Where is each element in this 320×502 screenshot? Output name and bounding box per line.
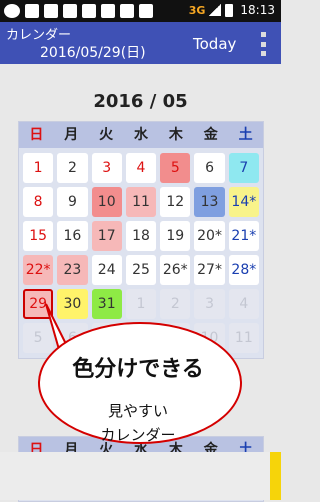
day-cell[interactable]: 14* xyxy=(228,187,259,217)
day-cell[interactable]: 18 xyxy=(125,221,157,251)
day-cell[interactable]: 11 xyxy=(125,187,157,217)
download-icon xyxy=(139,4,153,18)
day-cell[interactable]: 16 xyxy=(57,221,88,251)
notification-icons xyxy=(4,4,153,18)
day-cell[interactable]: 15 xyxy=(23,221,54,251)
weekday-tue: 火 xyxy=(99,127,114,143)
weekday-thu: 木 xyxy=(168,127,183,143)
weekday-sun: 日 xyxy=(29,127,44,143)
signal-icon xyxy=(209,4,222,16)
tumblr-icon xyxy=(82,4,96,18)
day-cell[interactable]: 8 xyxy=(23,187,54,217)
day-cell[interactable]: 1 xyxy=(23,153,54,183)
month-title: 2016 / 05 xyxy=(93,91,188,112)
day-cell-next-month[interactable]: 2 xyxy=(160,289,191,319)
day-cell-next-month[interactable]: 11 xyxy=(228,323,259,353)
day-cell[interactable]: 12 xyxy=(160,187,191,217)
weekday-fri: 金 xyxy=(203,127,218,143)
app-bar: カレンダー 2016/05/29(日) Today xyxy=(0,22,281,64)
day-cell[interactable]: 4 xyxy=(125,153,157,183)
weekday-wed: 水 xyxy=(133,127,148,143)
day-cell[interactable]: 22* xyxy=(23,255,54,285)
day-cell-next-month[interactable]: 4 xyxy=(228,289,259,319)
weekday-sat: 土 xyxy=(238,127,253,143)
line-app-icon xyxy=(4,4,20,18)
day-cell[interactable]: 9 xyxy=(57,187,88,217)
weekday-mon: 月 xyxy=(64,127,79,143)
image-icon xyxy=(101,4,115,18)
app-title: カレンダー xyxy=(6,28,72,43)
callout-headline: 色分けできる xyxy=(72,357,204,382)
android-icon xyxy=(120,4,134,18)
day-cell[interactable]: 25 xyxy=(125,255,157,285)
day-cell[interactable]: 31 xyxy=(91,289,122,319)
bottom-area xyxy=(0,452,281,500)
day-cell[interactable]: 2 xyxy=(57,153,88,183)
gmail-icon xyxy=(44,4,58,18)
day-cell-next-month[interactable]: 1 xyxy=(125,289,157,319)
selected-date-label: 2016/05/29(日) xyxy=(40,45,146,61)
day-cell[interactable]: 19 xyxy=(160,221,191,251)
network-type-label: 3G xyxy=(188,3,206,17)
day-cell[interactable]: 28* xyxy=(228,255,259,285)
day-cell[interactable]: 13 xyxy=(194,187,225,217)
day-cell[interactable]: 27* xyxy=(194,255,225,285)
battery-icon xyxy=(225,3,234,17)
day-cell[interactable]: 20* xyxy=(194,221,225,251)
day-cell[interactable]: 10 xyxy=(91,187,122,217)
day-cell[interactable]: 7 xyxy=(228,153,259,183)
day-cell[interactable]: 3 xyxy=(91,153,122,183)
status-bar: 3G 18:13 xyxy=(0,0,281,22)
day-cell[interactable]: 23 xyxy=(57,255,88,285)
day-cell[interactable]: 26* xyxy=(160,255,191,285)
day-cell[interactable]: 6 xyxy=(194,153,225,183)
day-cell-next-month[interactable]: 3 xyxy=(194,289,225,319)
system-indicators: 3G 18:13 xyxy=(189,3,275,17)
day-cell[interactable]: 24 xyxy=(91,255,122,285)
today-button[interactable]: Today xyxy=(193,35,236,53)
callout-subtext-2: カレンダー xyxy=(100,426,176,444)
day-cell[interactable]: 5 xyxy=(160,153,191,183)
overflow-menu-icon[interactable] xyxy=(258,32,268,56)
weekday-header: 日 月 火 水 木 金 土 xyxy=(19,122,263,148)
clock-label: 18:13 xyxy=(240,3,275,17)
day-cell[interactable]: 17 xyxy=(91,221,122,251)
mail-icon xyxy=(25,4,39,18)
day-cell[interactable]: 21* xyxy=(228,221,259,251)
cart-icon xyxy=(63,4,77,18)
callout-subtext-1: 見やすい xyxy=(107,402,168,420)
